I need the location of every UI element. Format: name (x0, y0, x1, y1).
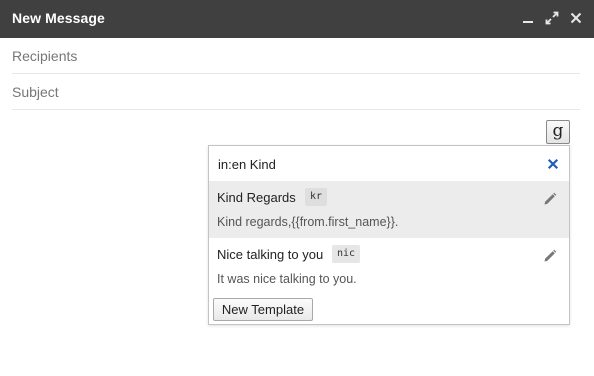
new-template-button[interactable]: New Template (213, 298, 313, 321)
template-name: Nice talking to you (217, 247, 324, 262)
subject-input[interactable] (12, 74, 580, 109)
template-item[interactable]: Nice talking to you nic It was nice talk… (209, 238, 569, 295)
template-search-input[interactable] (217, 152, 537, 176)
close-icon[interactable] (567, 9, 585, 27)
close-icon[interactable] (547, 158, 559, 170)
template-shortcut: kr (305, 188, 328, 206)
window-title: New Message (12, 10, 105, 26)
compose-titlebar[interactable]: New Message (0, 0, 594, 38)
expand-icon[interactable] (543, 9, 561, 27)
template-preview: Kind regards,{{from.first_name}}. (217, 215, 399, 229)
template-preview: It was nice talking to you. (217, 272, 357, 286)
template-button[interactable]: g (546, 120, 570, 144)
recipients-field[interactable] (12, 38, 580, 74)
pencil-icon[interactable] (543, 192, 557, 206)
template-search-row (209, 146, 569, 181)
recipients-input[interactable] (12, 38, 580, 73)
template-shortcut: nic (332, 245, 361, 263)
subject-field[interactable] (12, 74, 580, 110)
compose-window: New Message g (0, 0, 594, 376)
template-item[interactable]: Kind Regards kr Kind regards,{{from.firs… (209, 181, 569, 238)
minimize-icon[interactable] (519, 9, 537, 27)
pencil-icon[interactable] (543, 249, 557, 263)
template-popup: Kind Regards kr Kind regards,{{from.firs… (208, 145, 570, 325)
template-name: Kind Regards (217, 190, 296, 205)
